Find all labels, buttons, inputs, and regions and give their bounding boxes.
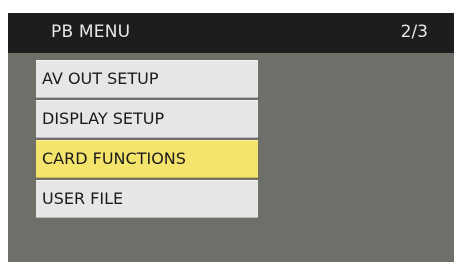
- menu-item-av-out-setup[interactable]: AV OUT SETUP: [36, 60, 258, 98]
- menu-item-label: CARD FUNCTIONS: [42, 149, 186, 168]
- menu-item-label: DISPLAY SETUP: [42, 109, 165, 128]
- menu-header: PB MENU 2/3: [8, 13, 454, 53]
- menu-list: AV OUT SETUP DISPLAY SETUP CARD FUNCTION…: [36, 60, 258, 220]
- menu-item-card-functions[interactable]: CARD FUNCTIONS: [36, 140, 258, 178]
- menu-item-label: USER FILE: [42, 189, 124, 208]
- menu-item-user-file[interactable]: USER FILE: [36, 180, 258, 218]
- camera-menu-screen: PB MENU 2/3 AV OUT SETUP DISPLAY SETUP C…: [8, 13, 454, 262]
- menu-title: PB MENU: [51, 22, 131, 42]
- menu-item-display-setup[interactable]: DISPLAY SETUP: [36, 100, 258, 138]
- menu-item-label: AV OUT SETUP: [42, 69, 159, 88]
- page-indicator: 2/3: [400, 22, 428, 42]
